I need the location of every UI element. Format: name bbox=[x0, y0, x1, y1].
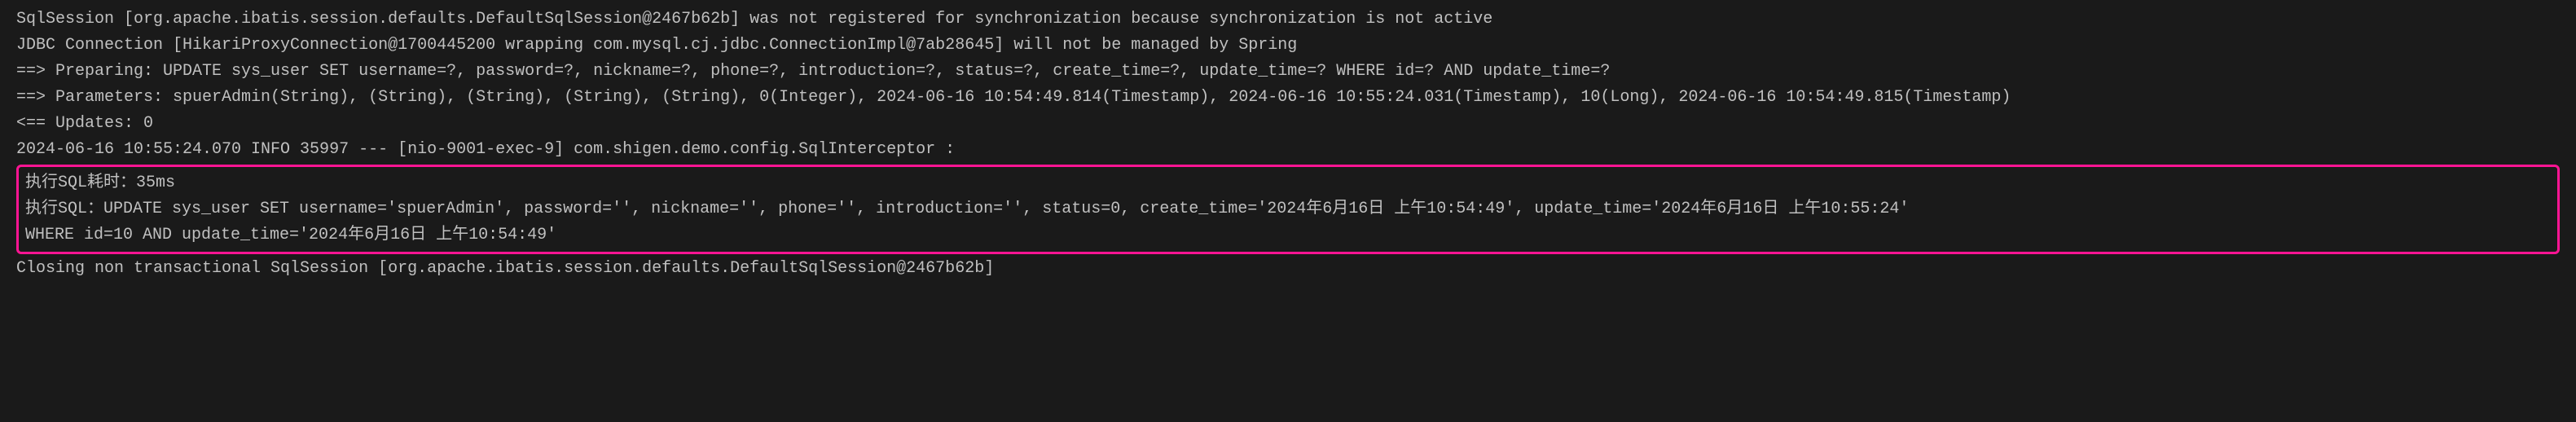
log-line-sqlsession: SqlSession [org.apache.ibatis.session.de… bbox=[16, 7, 2560, 33]
log-line-parameters: ==> Parameters: spuerAdmin(String), (Str… bbox=[16, 85, 2560, 111]
log-line-sql-duration: 执行SQL耗时：35ms bbox=[25, 170, 2551, 196]
log-line-info: 2024-06-16 10:55:24.070 INFO 35997 --- [… bbox=[16, 137, 2560, 163]
log-line-closing: Closing non transactional SqlSession [or… bbox=[16, 256, 2560, 282]
log-line-updates: <== Updates: 0 bbox=[16, 111, 2560, 137]
log-line-sql-statement-2: WHERE id=10 AND update_time='2024年6月16日 … bbox=[25, 222, 2551, 248]
log-line-jdbc-connection: JDBC Connection [HikariProxyConnection@1… bbox=[16, 33, 2560, 59]
sql-interceptor-highlight-box: 执行SQL耗时：35ms 执行SQL：UPDATE sys_user SET u… bbox=[16, 165, 2560, 254]
log-line-preparing: ==> Preparing: UPDATE sys_user SET usern… bbox=[16, 59, 2560, 85]
log-line-sql-statement-1: 执行SQL：UPDATE sys_user SET username='spue… bbox=[25, 196, 2551, 222]
